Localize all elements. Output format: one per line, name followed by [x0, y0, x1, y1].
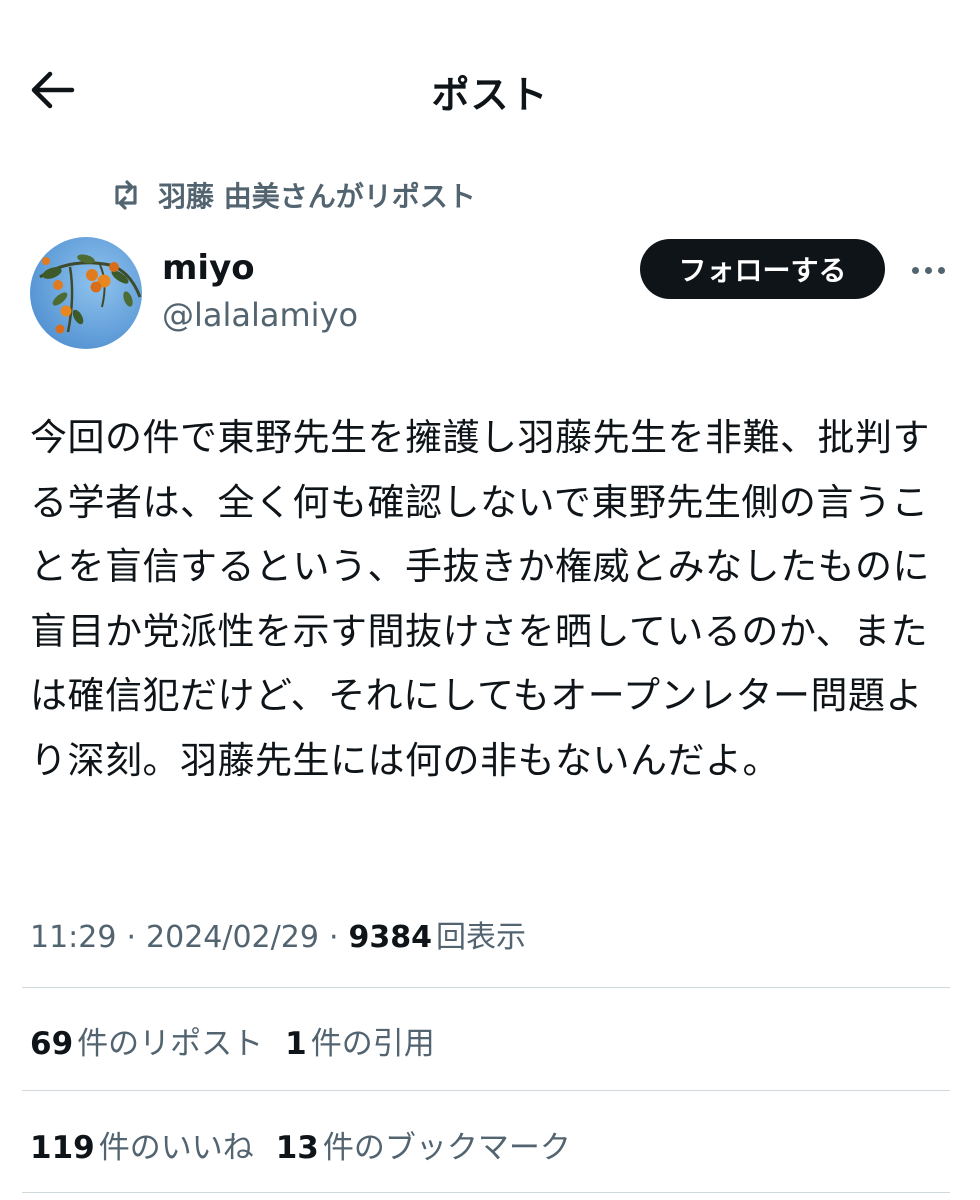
top-bar: ポスト: [0, 0, 980, 180]
more-horizontal-icon: [937, 266, 945, 274]
divider: [22, 1192, 950, 1193]
post-body-text: 今回の件で東野先生を擁護し羽藤先生を非難、批判する学者は、全く何も確認しないで東…: [30, 416, 930, 782]
divider: [22, 987, 950, 988]
repost-context[interactable]: 羽藤 由美さんがリポスト: [108, 175, 476, 215]
stats-row-reposts: 69 件のリポスト 1 件の引用: [30, 1018, 457, 1063]
post-meta: 11:29 · 2024/02/29 · 9384 回表示: [30, 912, 526, 956]
quotes-count: 1: [285, 1026, 307, 1062]
likes-stat[interactable]: 119 件のいいね: [30, 1122, 254, 1167]
views-count: 9384: [348, 920, 432, 955]
repost-icon: [115, 180, 137, 210]
bookmarks-count: 13: [275, 1130, 319, 1166]
page-title: ポスト: [431, 73, 549, 117]
likes-count: 119: [30, 1130, 95, 1166]
reposts-label: 件のリポスト: [77, 1026, 264, 1062]
likes-label: 件のいいね: [98, 1130, 254, 1166]
quotes-label: 件の引用: [310, 1026, 435, 1062]
author-display-name[interactable]: miyo: [162, 248, 255, 288]
author-handle[interactable]: @lalalamiyo: [162, 296, 358, 334]
quotes-stat[interactable]: 1 件の引用: [285, 1018, 435, 1063]
more-horizontal-icon: [911, 266, 919, 274]
avatar[interactable]: [30, 237, 142, 349]
more-horizontal-icon: [924, 266, 932, 274]
reposts-count: 69: [30, 1026, 74, 1062]
divider: [22, 1090, 950, 1091]
bookmarks-label: 件のブックマーク: [322, 1130, 571, 1166]
stats-row-likes: 119 件のいいね 13 件のブックマーク: [30, 1122, 593, 1167]
follow-button[interactable]: フォローする: [640, 239, 885, 299]
views-label: 回表示: [435, 920, 526, 955]
meta-separator: ·: [328, 920, 339, 955]
more-options-button[interactable]: [906, 250, 950, 290]
repost-context-text: 羽藤 由美さんがリポスト: [158, 180, 476, 213]
reposts-stat[interactable]: 69 件のリポスト: [30, 1018, 263, 1063]
post-date[interactable]: 2024/02/29: [146, 920, 319, 955]
persimmon-tree-photo: [30, 237, 142, 349]
meta-separator: ·: [126, 920, 137, 955]
bookmarks-stat[interactable]: 13 件のブックマーク: [276, 1122, 571, 1167]
post-time[interactable]: 11:29: [30, 920, 116, 955]
